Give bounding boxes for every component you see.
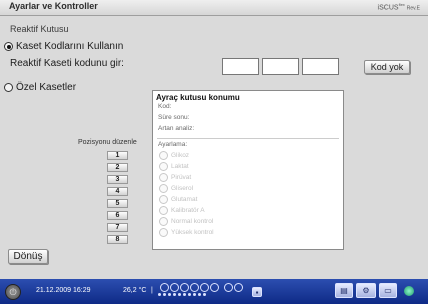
rack-dot-row [158,293,208,296]
no-code-button[interactable]: Kod yok [364,60,410,74]
option-glucose: Glikoz [159,151,189,160]
status-separator: | [151,287,153,294]
status-temperature: 26,2 °C [123,287,147,294]
use-codes-label: Kaset Kodlarını Kullanın [16,41,124,52]
option-label: Laktat [171,163,189,170]
option-label: Normal kontrol [171,218,214,225]
rack-dot-icon [198,293,201,296]
vial-slot-icon [160,283,169,292]
panel-code-line: Kod: [158,103,172,110]
sample-icon: ▪ [252,287,262,297]
brand-logo: iSCUSflex Rev.E [378,2,420,11]
option-radio [159,184,168,193]
option-radio [159,162,168,171]
option-lactate: Laktat [159,162,189,171]
gear-icon[interactable]: ⚙ [356,283,376,298]
panel-remaining-line: Artan analiz: [158,125,195,132]
option-label: Glikoz [171,152,190,159]
code-field-2[interactable] [262,58,299,75]
vial-slot-icon [224,283,233,292]
back-button[interactable]: Dönüş [8,249,48,264]
option-label: Kalibratör A [171,207,205,214]
option-radio [159,151,168,160]
sample-rack-indicator [160,283,244,292]
vial-slot-icon [234,283,243,292]
option-high-control: Yüksek kontrol [159,228,214,237]
option-label: Pirüvat [171,174,192,181]
page-title: Ayarlar ve Kontroller [9,1,98,11]
panel-title: Ayraç kutusu konumu [156,93,240,102]
rack-dot-icon [173,293,176,296]
rack-dot-icon [193,293,196,296]
position-button-6[interactable]: 6 [107,211,128,220]
option-label: Glutamat [171,196,198,203]
position-button-2[interactable]: 2 [107,163,128,172]
panel-expiry-line: Süre sonu: [158,114,190,121]
rack-dot-icon [183,293,186,296]
vial-slot-icon [170,283,179,292]
vial-slot-icon [200,283,209,292]
position-button-8[interactable]: 8 [107,235,128,244]
position-button-7[interactable]: 7 [107,223,128,232]
edit-position-label: Pozisyonu düzenle [78,139,137,146]
position-button-3[interactable]: 3 [107,175,128,184]
custom-cassettes-label: Özel Kasetler [16,82,77,93]
option-glycerol: Gliserol [159,184,193,193]
rack-dot-icon [203,293,206,296]
custom-cassettes-radio[interactable] [4,83,13,92]
vial-slot-icon [180,283,189,292]
status-datetime: 21.12.2009 16:29 [36,287,91,294]
position-button-5[interactable]: 5 [107,199,128,208]
enter-code-label: Reaktif Kaseti kodunu gir: [10,58,124,69]
rack-dot-icon [168,293,171,296]
reagent-section-label: Reaktif Kutusu [10,24,69,34]
brand-superscript: flex [398,2,405,7]
option-glutamate: Glutamat [159,195,197,204]
vial-slot-icon [190,283,199,292]
panel-divider [157,138,339,139]
revision-label: Rev.E [406,5,420,12]
status-light-icon [404,286,414,296]
option-label: Gliserol [171,185,194,192]
rack-dot-icon [188,293,191,296]
option-calibrator-a: Kalibratör A [159,206,205,215]
option-radio [159,206,168,215]
status-bar: ⏻ 21.12.2009 16:29 26,2 °C | ▪ ▤ ⚙ ▭ [0,279,428,304]
option-pyruvate: Pirüvat [159,173,191,182]
code-field-3[interactable] [302,58,339,75]
custom-cassettes-radio-row[interactable]: Özel Kasetler [4,82,76,93]
use-codes-radio-row[interactable]: Kaset Kodlarını Kullanın [4,41,123,52]
rack-dot-icon [163,293,166,296]
position-button-1[interactable]: 1 [107,151,128,160]
option-radio [159,195,168,204]
rack-dot-icon [178,293,181,296]
position-button-4[interactable]: 4 [107,187,128,196]
option-radio [159,173,168,182]
panel-list-label: Ayarlama: [158,141,188,148]
printer-icon[interactable]: ▤ [335,283,353,298]
settings-content: Reaktif Kutusu Kaset Kodlarını Kullanın … [0,16,428,279]
rack-dot-icon [158,293,161,296]
option-radio [159,217,168,226]
cassette-position-panel: Ayraç kutusu konumu Kod: Süre sonu: Arta… [152,90,344,250]
brand-name: iSCUS [377,4,399,12]
monitor-icon[interactable]: ▭ [379,283,397,298]
title-bar: Ayarlar ve Kontroller iSCUSflex Rev.E [0,0,428,16]
power-icon[interactable]: ⏻ [5,284,21,300]
option-label: Yüksek kontrol [171,229,214,236]
option-normal-control: Normal kontrol [159,217,213,226]
option-radio [159,228,168,237]
code-field-1[interactable] [222,58,259,75]
vial-slot-icon [210,283,219,292]
use-codes-radio[interactable] [4,42,13,51]
